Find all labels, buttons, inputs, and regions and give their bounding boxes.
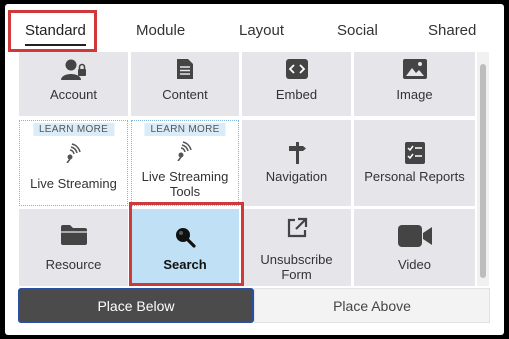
tab-standard[interactable]: Standard: [25, 20, 86, 46]
learn-more-badge[interactable]: LEARN MORE: [32, 123, 115, 136]
tile-label: Navigation: [265, 169, 328, 184]
tile-video[interactable]: Video: [354, 209, 475, 286]
signpost-icon: [242, 142, 351, 164]
tile-image[interactable]: Image: [354, 52, 475, 116]
tile-search[interactable]: Search: [131, 209, 239, 286]
tile-embed[interactable]: Embed: [242, 52, 351, 116]
tile-label: Image: [396, 87, 433, 102]
tile-label: Unsubscribe Form: [260, 252, 333, 282]
tile-label: Content: [162, 87, 208, 102]
tile-personal-reports[interactable]: Personal Reports: [354, 120, 475, 206]
placement-toggle: Place Below Place Above: [18, 288, 490, 323]
tab-module[interactable]: Module: [136, 20, 185, 42]
user-lock-icon: [19, 59, 128, 81]
tile-label: Live Streaming Tools: [141, 169, 229, 199]
tile-content[interactable]: Content: [131, 52, 239, 116]
broadcast-icon: [20, 143, 127, 163]
folder-icon: [19, 225, 128, 245]
tile-unsubscribe-form[interactable]: Unsubscribe Form: [242, 209, 351, 286]
video-camera-icon: [354, 225, 475, 247]
scrollbar[interactable]: [477, 52, 489, 286]
widget-picker-panel: Standard Module Layout Social Shared Acc…: [5, 4, 504, 335]
tab-social[interactable]: Social: [337, 20, 378, 42]
tile-live-streaming[interactable]: LEARN MORE Live Streaming: [19, 120, 128, 206]
tab-bar: Standard Module Layout Social Shared: [5, 4, 504, 54]
tile-label: Embed: [275, 87, 318, 102]
tile-account[interactable]: Account: [19, 52, 128, 116]
place-below-button[interactable]: Place Below: [18, 288, 254, 323]
tile-label: Personal Reports: [364, 169, 465, 184]
checklist-icon: [354, 142, 475, 164]
tile-label: Resource: [45, 257, 102, 272]
search-icon: [131, 226, 239, 248]
broadcast-icon: [132, 141, 238, 161]
place-above-button[interactable]: Place Above: [254, 288, 490, 323]
tile-resource[interactable]: Resource: [19, 209, 128, 286]
tile-label: Account: [50, 87, 97, 102]
widget-grid: Account Content Embed Image LEARN MORE L…: [19, 52, 475, 286]
code-embed-icon: [242, 59, 351, 79]
external-link-icon: [242, 217, 351, 239]
tile-label: Live Streaming: [30, 176, 117, 191]
document-icon: [131, 58, 239, 80]
tab-shared[interactable]: Shared: [428, 20, 476, 42]
tile-live-streaming-tools[interactable]: LEARN MORE Live Streaming Tools: [131, 120, 239, 206]
tab-layout[interactable]: Layout: [239, 20, 284, 42]
tile-label: Search: [163, 257, 207, 272]
tile-navigation[interactable]: Navigation: [242, 120, 351, 206]
learn-more-badge[interactable]: LEARN MORE: [144, 123, 226, 136]
image-icon: [354, 59, 475, 79]
scrollbar-thumb[interactable]: [480, 64, 486, 278]
tile-label: Video: [397, 257, 431, 272]
